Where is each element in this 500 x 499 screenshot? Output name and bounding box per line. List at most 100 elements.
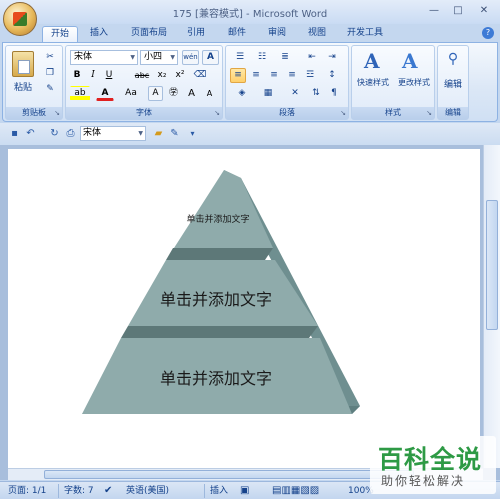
quick-styles-icon[interactable]: A [364, 50, 384, 72]
font-name-select[interactable]: 宋体 ▼ [70, 50, 138, 65]
underline-button[interactable]: U [102, 68, 116, 83]
char-border-button[interactable]: A [202, 50, 219, 65]
office-logo-icon [13, 12, 27, 26]
align-right-icon[interactable]: ≡ [266, 68, 282, 83]
bullets-icon[interactable]: ☰ [230, 50, 250, 65]
align-center-icon[interactable]: ≡ [248, 68, 264, 83]
strikethrough-button[interactable]: abc [132, 68, 152, 83]
cut-icon[interactable]: ✂ [42, 50, 58, 65]
view-buttons-icon[interactable]: ▤▥▦▧▨ [272, 485, 319, 497]
superscript-button[interactable]: x² [172, 68, 188, 83]
enclose-char-icon[interactable]: ㊫ [166, 86, 181, 101]
qat-font-value: 宋体 [83, 128, 102, 138]
styles-group: A A 快速样式 更改样式 样式 ↘ [351, 45, 435, 120]
help-icon[interactable]: ? [482, 27, 494, 39]
bold-button[interactable]: B [70, 68, 84, 83]
numbering-icon[interactable]: ☷ [252, 50, 272, 65]
chinese-layout-icon[interactable]: ✕ [284, 86, 306, 101]
chevron-down-icon: ▼ [138, 130, 143, 137]
spelling-check-icon[interactable]: ✔ [104, 485, 112, 497]
quick-styles-button[interactable]: 快速样式 [352, 77, 394, 88]
styles-launcher-icon[interactable]: ↘ [426, 109, 432, 117]
editing-button[interactable]: 编辑 [438, 77, 468, 90]
font-group: 宋体 ▼ 小四 ▼ wén A B I U abc x₂ x² ⌫ ab A Aa … [65, 45, 223, 120]
paste-button[interactable]: 粘贴 [8, 80, 38, 93]
tab-insert[interactable]: 插入 [84, 26, 114, 42]
maximize-button[interactable]: □ [448, 3, 468, 19]
clipboard-launcher-icon[interactable]: ↘ [54, 109, 60, 117]
styles-group-label: 样式 [352, 107, 434, 119]
format-painter-icon[interactable]: ✎ [42, 82, 58, 97]
vertical-scrollbar[interactable] [483, 145, 500, 468]
editing-group-label: 编辑 [438, 107, 468, 119]
minimize-button[interactable]: — [424, 3, 444, 19]
font-color-button[interactable]: A [96, 86, 114, 101]
page-count[interactable]: 页面: 1/1 [8, 485, 46, 497]
chevron-down-icon: ▼ [130, 54, 135, 61]
horizontal-scroll-thumb[interactable] [44, 470, 414, 479]
watermark: 百科全说 助你轻松解决 [370, 436, 496, 494]
pyramid-tier-1-text[interactable]: 单击并添加文字 [176, 212, 260, 225]
font-name-value: 宋体 [74, 52, 93, 62]
font-size-value: 小四 [144, 52, 163, 62]
pyramid-tier-1[interactable] [174, 170, 273, 248]
close-button[interactable]: ✕ [474, 3, 494, 19]
tab-home[interactable]: 开始 [42, 26, 78, 42]
undo-icon[interactable]: ↶ [24, 127, 37, 140]
shading-icon[interactable]: ◈ [230, 86, 254, 101]
increase-indent-icon[interactable]: ⇥ [324, 50, 340, 65]
qat-font-select[interactable]: 宋体 ▼ [80, 126, 146, 141]
char-shading-icon[interactable]: A [148, 86, 163, 101]
ribbon-tabs: 开始 插入 页面布局 引用 邮件 审阅 视图 开发工具 ? [0, 24, 500, 42]
open-folder-icon[interactable]: ▰ [152, 127, 165, 140]
paste-icon[interactable] [12, 51, 34, 77]
highlight-button[interactable]: ab [70, 86, 90, 101]
tab-references[interactable]: 引用 [181, 26, 211, 42]
quick-access-toolbar: ▪ ↶ ↻ ⎙ 宋体 ▼ ▰ ✎ ▾ [0, 123, 500, 145]
font-launcher-icon[interactable]: ↘ [214, 109, 220, 117]
tab-developer[interactable]: 开发工具 [342, 26, 388, 42]
insert-object-icon[interactable]: ✎ [168, 127, 181, 140]
tab-review[interactable]: 审阅 [262, 26, 292, 42]
subscript-button[interactable]: x₂ [154, 68, 170, 83]
customize-qat-icon[interactable]: ▾ [186, 127, 199, 140]
sort-icon[interactable]: ⇅ [308, 86, 324, 101]
redo-icon[interactable]: ↻ [48, 127, 61, 140]
tab-page-layout[interactable]: 页面布局 [124, 26, 174, 42]
tab-view[interactable]: 视图 [302, 26, 332, 42]
change-case-button[interactable]: Aa [120, 86, 142, 101]
macro-record-icon[interactable]: ▣ [240, 485, 249, 497]
print-preview-icon[interactable]: ⎙ [64, 127, 77, 140]
grow-font-button[interactable]: A [184, 86, 199, 101]
office-button[interactable] [3, 2, 37, 36]
copy-icon[interactable]: ❐ [42, 66, 58, 81]
decrease-indent-icon[interactable]: ⇤ [304, 50, 320, 65]
tab-mailings[interactable]: 邮件 [222, 26, 252, 42]
word-count[interactable]: 字数: 7 [64, 485, 94, 497]
pyramid-tier-2-text[interactable]: 单击并添加文字 [152, 286, 280, 310]
chevron-down-icon: ▼ [170, 54, 175, 61]
distributed-icon[interactable]: ☲ [302, 68, 318, 83]
show-marks-icon[interactable]: ¶ [326, 86, 342, 101]
align-left-icon[interactable]: ≡ [230, 68, 246, 83]
change-styles-button[interactable]: 更改样式 [393, 77, 435, 88]
insert-mode[interactable]: 插入 [210, 485, 228, 497]
change-styles-icon[interactable]: A [402, 50, 422, 72]
borders-icon[interactable]: ▦ [256, 86, 280, 101]
shrink-font-button[interactable]: A [202, 86, 217, 101]
font-size-select[interactable]: 小四 ▼ [140, 50, 178, 65]
clear-formatting-icon[interactable]: ⌫ [192, 68, 208, 83]
watermark-title: 百科全说 [378, 445, 483, 474]
line-spacing-icon[interactable]: ↕ [322, 68, 342, 83]
paragraph-launcher-icon[interactable]: ↘ [340, 109, 346, 117]
justify-icon[interactable]: ≡ [284, 68, 300, 83]
save-icon[interactable]: ▪ [8, 127, 21, 140]
find-binoculars-icon[interactable]: ⚲ [444, 51, 462, 69]
phonetic-guide-button[interactable]: wén [182, 50, 199, 65]
pyramid-tier-3-text[interactable]: 单击并添加文字 [152, 365, 280, 389]
language[interactable]: 英语(美国) [126, 485, 169, 497]
vertical-scroll-thumb[interactable] [486, 200, 498, 330]
italic-button[interactable]: I [86, 68, 100, 83]
editing-group: ⚲ 编辑 编辑 [437, 45, 469, 120]
multilevel-list-icon[interactable]: ≣ [274, 50, 296, 65]
